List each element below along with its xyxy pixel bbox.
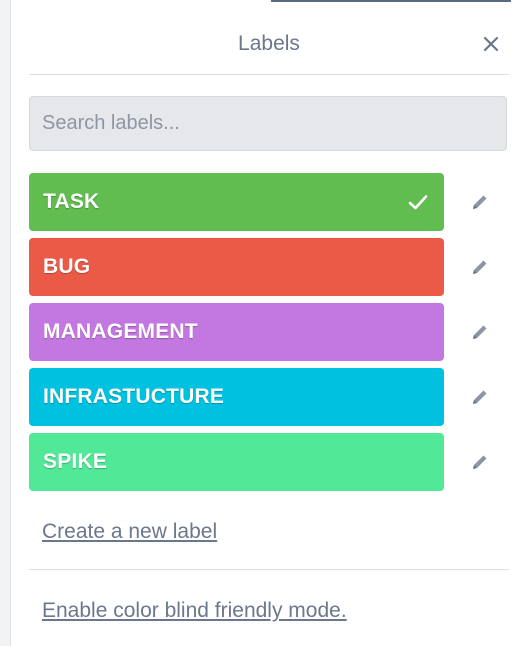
create-new-label-link[interactable]: Create a new label [42, 520, 217, 544]
pencil-icon[interactable] [469, 386, 491, 408]
label-chip-task[interactable]: TASK [29, 173, 444, 231]
label-name: MANAGEMENT [43, 320, 198, 343]
divider [29, 569, 509, 570]
label-chip-bug[interactable]: BUG [29, 238, 444, 296]
label-row-infrastucture: INFRASTUCTURE [29, 368, 513, 426]
label-name: TASK [43, 190, 100, 213]
label-chip-management[interactable]: MANAGEMENT [29, 303, 444, 361]
pencil-icon[interactable] [469, 451, 491, 473]
labels-popover: Labels TASK BUG [11, 2, 517, 646]
label-row-bug: BUG [29, 238, 513, 296]
popover-header: Labels [29, 2, 509, 75]
label-row-task: TASK [29, 173, 513, 231]
close-icon [483, 36, 499, 52]
label-name: SPIKE [43, 450, 108, 473]
background-edge [0, 0, 11, 646]
label-chip-infrastucture[interactable]: INFRASTUCTURE [29, 368, 444, 426]
pencil-icon[interactable] [469, 256, 491, 278]
check-icon [408, 195, 428, 210]
label-name: INFRASTUCTURE [43, 385, 225, 408]
pencil-icon[interactable] [469, 191, 491, 213]
search-labels-input[interactable] [29, 96, 507, 151]
popover-title: Labels [238, 32, 300, 55]
labels-popover-frame: Labels TASK BUG [0, 0, 517, 646]
close-button[interactable] [477, 30, 505, 58]
label-row-spike: SPIKE [29, 433, 513, 491]
label-name: BUG [43, 255, 91, 278]
color-blind-mode-link[interactable]: Enable color blind friendly mode. [42, 599, 347, 623]
label-chip-spike[interactable]: SPIKE [29, 433, 444, 491]
pencil-icon[interactable] [469, 321, 491, 343]
label-row-management: MANAGEMENT [29, 303, 513, 361]
